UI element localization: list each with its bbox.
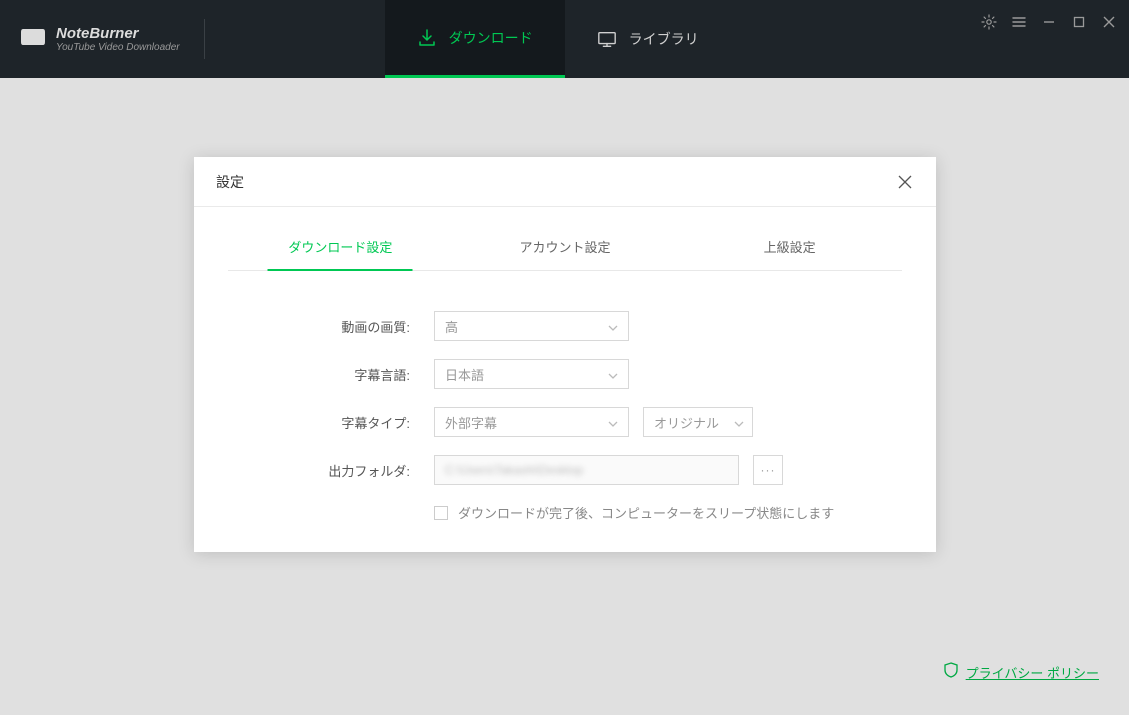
menu-icon[interactable] <box>1011 14 1027 30</box>
settings-tab-download[interactable]: ダウンロード設定 <box>228 223 453 270</box>
maximize-button[interactable] <box>1071 14 1087 30</box>
app-title: NoteBurner <box>56 25 180 42</box>
select-subtitle-variant[interactable]: オリジナル <box>643 407 753 437</box>
browse-folder-button[interactable]: ··· <box>753 455 783 485</box>
select-subtitle-type-value: 外部字幕 <box>445 413 497 432</box>
sleep-checkbox-label: ダウンロードが完了後、コンピューターをスリープ状態にします <box>458 503 834 522</box>
privacy-policy-link[interactable]: プライバシー ポリシー <box>944 662 1099 683</box>
select-subtitle-lang-value: 日本語 <box>445 365 484 384</box>
main-tabs: ダウンロード ライブラリ <box>385 0 731 78</box>
select-subtitle-lang[interactable]: 日本語 <box>434 359 629 389</box>
settings-tabs: ダウンロード設定 アカウント設定 上級設定 <box>228 223 902 271</box>
row-quality: 動画の画質: 高 <box>254 311 876 341</box>
output-folder-value: C:\Users\Takashi\Desktop <box>445 463 583 477</box>
app-subtitle: YouTube Video Downloader <box>56 42 180 53</box>
label-subtitle-type: 字幕タイプ: <box>254 413 434 432</box>
dialog-header: 設定 <box>194 157 936 207</box>
settings-form: 動画の画質: 高 字幕言語: 日本語 字幕タイプ: 外部字幕 オリジナル <box>194 271 936 522</box>
download-icon <box>417 28 437 48</box>
chevron-down-icon <box>608 415 618 430</box>
shield-icon <box>944 662 958 683</box>
label-output-folder: 出力フォルダ: <box>254 461 434 480</box>
tab-library[interactable]: ライブラリ <box>565 0 731 78</box>
header-divider <box>204 19 205 59</box>
library-icon <box>597 29 617 49</box>
row-subtitle-type: 字幕タイプ: 外部字幕 オリジナル <box>254 407 876 437</box>
select-quality[interactable]: 高 <box>434 311 629 341</box>
settings-icon[interactable] <box>981 14 997 30</box>
settings-tab-advanced[interactable]: 上級設定 <box>677 223 902 270</box>
dialog-title: 設定 <box>216 172 244 192</box>
sleep-checkbox[interactable] <box>434 506 448 520</box>
output-folder-input[interactable]: C:\Users\Takashi\Desktop <box>434 455 739 485</box>
chevron-down-icon <box>734 415 744 430</box>
logo-section: NoteBurner YouTube Video Downloader <box>0 0 180 78</box>
tab-download[interactable]: ダウンロード <box>385 0 565 78</box>
logo-icon <box>20 27 56 52</box>
select-quality-value: 高 <box>445 317 458 336</box>
privacy-policy-text: プライバシー ポリシー <box>966 663 1099 682</box>
settings-dialog: 設定 ダウンロード設定 アカウント設定 上級設定 動画の画質: 高 字幕言語: … <box>194 157 936 552</box>
dialog-close-button[interactable] <box>896 173 914 191</box>
row-output-folder: 出力フォルダ: C:\Users\Takashi\Desktop ··· <box>254 455 876 485</box>
row-sleep-checkbox: ダウンロードが完了後、コンピューターをスリープ状態にします <box>434 503 876 522</box>
minimize-button[interactable] <box>1041 14 1057 30</box>
tab-download-label: ダウンロード <box>449 28 533 48</box>
app-header: NoteBurner YouTube Video Downloader ダウンロ… <box>0 0 1129 78</box>
select-subtitle-type[interactable]: 外部字幕 <box>434 407 629 437</box>
select-subtitle-variant-value: オリジナル <box>654 413 719 432</box>
row-subtitle-lang: 字幕言語: 日本語 <box>254 359 876 389</box>
chevron-down-icon <box>608 319 618 334</box>
tab-library-label: ライブラリ <box>629 29 699 49</box>
settings-tab-account[interactable]: アカウント設定 <box>453 223 678 270</box>
label-subtitle-lang: 字幕言語: <box>254 365 434 384</box>
close-window-button[interactable] <box>1101 14 1117 30</box>
label-quality: 動画の画質: <box>254 317 434 336</box>
window-controls <box>981 14 1117 30</box>
chevron-down-icon <box>608 367 618 382</box>
